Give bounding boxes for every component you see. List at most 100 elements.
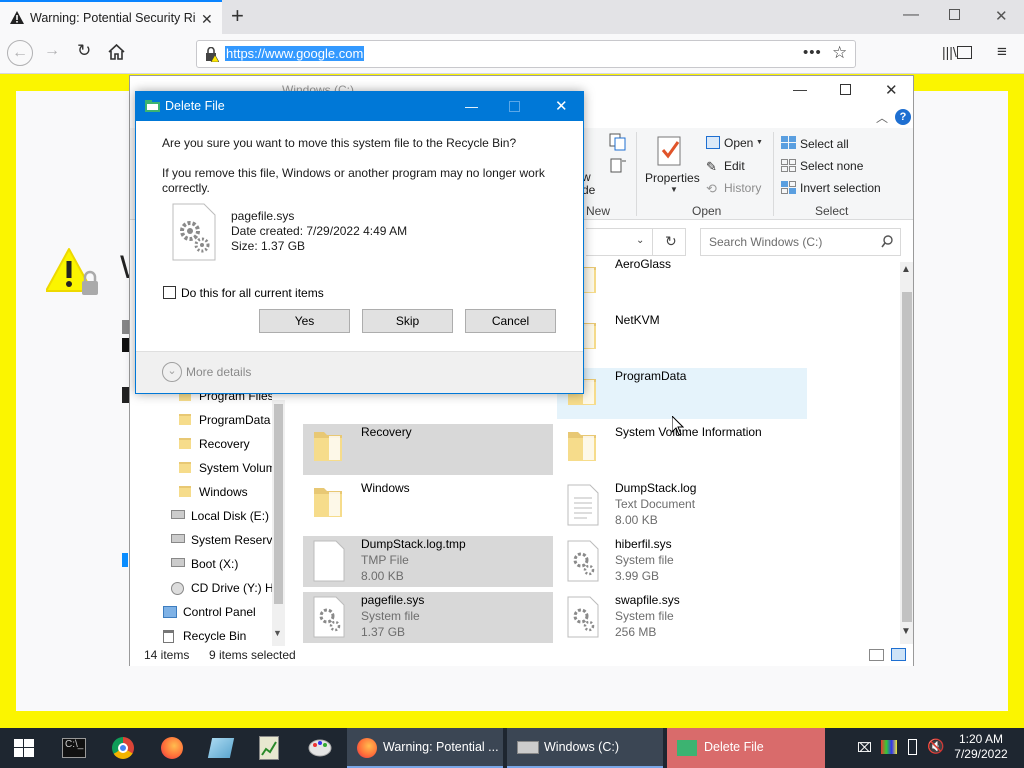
address-dropdown-icon[interactable]: ⌄: [636, 235, 644, 246]
aero-glass-icon[interactable]: [207, 738, 235, 758]
collapse-ribbon-icon[interactable]: ︿: [876, 109, 888, 126]
open-button[interactable]: Open: [724, 136, 753, 150]
nav-item-recovery[interactable]: Recovery: [179, 436, 272, 454]
edit-button[interactable]: Edit: [724, 159, 745, 173]
minimize-icon[interactable]: —: [903, 6, 919, 24]
clock[interactable]: 1:20 AM 7/29/2022: [953, 732, 1009, 762]
explorer-close-icon[interactable]: ✕: [885, 81, 898, 99]
paint-icon[interactable]: [308, 738, 334, 758]
menu-icon[interactable]: ≡: [997, 42, 1007, 62]
properties-icon[interactable]: [657, 136, 683, 166]
yes-button[interactable]: Yes: [259, 309, 350, 333]
library-icon[interactable]: |||\: [942, 44, 957, 60]
cmd-icon[interactable]: C:\_: [62, 738, 86, 758]
file-tile[interactable]: ProgramData: [557, 368, 807, 419]
nav-item-programdata[interactable]: ProgramData: [179, 412, 272, 430]
details-view-icon[interactable]: [869, 649, 884, 661]
more-details-label[interactable]: More details: [186, 365, 251, 379]
dialog-minimize-icon[interactable]: —: [465, 99, 478, 114]
nav-item-system-volume-information[interactable]: System Volume Information: [179, 460, 272, 478]
nav-scrollbar[interactable]: ▼: [272, 400, 285, 646]
help-icon[interactable]: ?: [895, 109, 911, 125]
do-this-for-all-checkbox[interactable]: [163, 286, 176, 299]
color-icon[interactable]: [881, 740, 897, 754]
file-scroll-thumb[interactable]: [902, 292, 912, 622]
select-none-icon[interactable]: [781, 159, 796, 173]
open-icon[interactable]: [706, 136, 720, 149]
file-tile[interactable]: hiberfil.sys System file 3.99 GB: [557, 536, 807, 587]
bookmark-star-icon[interactable]: ☆: [832, 43, 847, 63]
browser-tab[interactable]: Warning: Potential Security Risk Ahead ✕: [0, 0, 222, 34]
taskbar-firefox-task[interactable]: Warning: Potential ...: [347, 728, 503, 768]
explorer-minimize-icon[interactable]: —: [793, 81, 807, 97]
nav-item-system-reserved[interactable]: System Reserved: [171, 532, 272, 550]
url-text[interactable]: https://www.google.com: [225, 46, 365, 61]
file-tile[interactable]: DumpStack.log Text Document 8.00 KB: [557, 480, 807, 531]
properties-button[interactable]: Properties: [645, 171, 700, 185]
select-none-button[interactable]: Select none: [800, 159, 863, 173]
search-box[interactable]: Search Windows (C:): [700, 228, 901, 256]
file-tile[interactable]: Recovery: [303, 424, 553, 475]
dialog-close-icon[interactable]: ✕: [555, 97, 568, 115]
invert-selection-icon[interactable]: [781, 181, 796, 195]
file-scrollbar[interactable]: ▲ ▼: [900, 262, 913, 644]
file-tile[interactable]: DumpStack.log.tmp TMP File 8.00 KB: [303, 536, 553, 587]
nav-item-boot-x[interactable]: Boot (X:): [171, 556, 272, 574]
url-bar[interactable]: https://www.google.com ••• ☆: [196, 40, 856, 68]
history-icon[interactable]: ⟲: [706, 181, 717, 197]
more-details-chevron-icon[interactable]: ⌄: [162, 362, 182, 382]
sidebar-icon[interactable]: [957, 46, 972, 59]
tab-close-icon[interactable]: ✕: [201, 11, 213, 28]
skip-button[interactable]: Skip: [362, 309, 453, 333]
start-button-icon[interactable]: [14, 739, 34, 757]
new-folder-label-partial[interactable]: w der: [582, 171, 596, 197]
invert-selection-button[interactable]: Invert selection: [800, 181, 881, 195]
reload-icon[interactable]: ↻: [77, 41, 91, 61]
select-all-icon[interactable]: [781, 136, 796, 150]
page-actions-icon[interactable]: •••: [803, 44, 822, 61]
nav-item-recycle-bin[interactable]: Recycle Bin: [163, 628, 272, 646]
properties-dropdown-icon[interactable]: ▼: [670, 185, 678, 194]
new-tab-icon[interactable]: +: [231, 3, 244, 29]
address-bar[interactable]: ⌄ ↻: [586, 228, 686, 256]
file-tile[interactable]: pagefile.sys System file 1.37 GB: [303, 592, 553, 643]
firefox-icon[interactable]: [161, 737, 183, 759]
volume-mute-icon[interactable]: 🔇: [927, 738, 944, 755]
learn-more-link-partial[interactable]: [122, 553, 128, 567]
copy-path-icon[interactable]: [608, 133, 628, 151]
file-scroll-up-icon[interactable]: ▲: [901, 264, 911, 275]
file-tile[interactable]: swapfile.sys System file 256 MB: [557, 592, 807, 643]
select-all-button[interactable]: Select all: [800, 137, 849, 151]
taskmgr-chart-icon[interactable]: [259, 736, 279, 760]
large-icons-view-icon[interactable]: [891, 648, 906, 661]
nav-item-local-disk-e[interactable]: Local Disk (E:): [171, 508, 272, 526]
taskbar-explorer-task[interactable]: Windows (C:): [507, 728, 663, 768]
history-button[interactable]: History: [724, 181, 761, 195]
nav-scroll-thumb[interactable]: [274, 404, 283, 604]
file-tile[interactable]: Windows: [303, 480, 553, 531]
lock-warning-icon[interactable]: [205, 47, 219, 62]
nav-item-control-panel[interactable]: Control Panel: [163, 604, 272, 622]
network-icon[interactable]: ⌧: [857, 740, 872, 756]
forward-icon[interactable]: →: [44, 42, 60, 60]
chrome-icon[interactable]: [112, 737, 134, 759]
refresh-icon[interactable]: ↻: [665, 233, 677, 250]
cancel-button[interactable]: Cancel: [465, 309, 556, 333]
open-dropdown-icon[interactable]: ▼: [756, 139, 763, 146]
taskbar-dialog-task[interactable]: Delete File: [667, 728, 825, 768]
edit-icon[interactable]: ✎: [706, 159, 717, 175]
back-icon[interactable]: ←: [7, 40, 33, 66]
new-item-icon[interactable]: [608, 157, 628, 175]
nav-item-cd-drive-y-h[interactable]: CD Drive (Y:) H: [171, 580, 272, 598]
file-tile[interactable]: AeroGlass: [557, 256, 807, 307]
nav-item-windows[interactable]: Windows: [179, 484, 272, 502]
close-window-icon[interactable]: ✕: [995, 7, 1008, 25]
usb-icon[interactable]: [908, 739, 917, 755]
home-icon[interactable]: [108, 44, 125, 60]
explorer-maximize-icon[interactable]: [840, 84, 851, 95]
restore-icon[interactable]: [949, 9, 960, 20]
file-scroll-down-icon[interactable]: ▼: [901, 626, 911, 637]
bin-icon: [163, 630, 174, 643]
nav-scroll-down-icon[interactable]: ▼: [273, 628, 282, 638]
file-tile[interactable]: NetKVM: [557, 312, 807, 363]
